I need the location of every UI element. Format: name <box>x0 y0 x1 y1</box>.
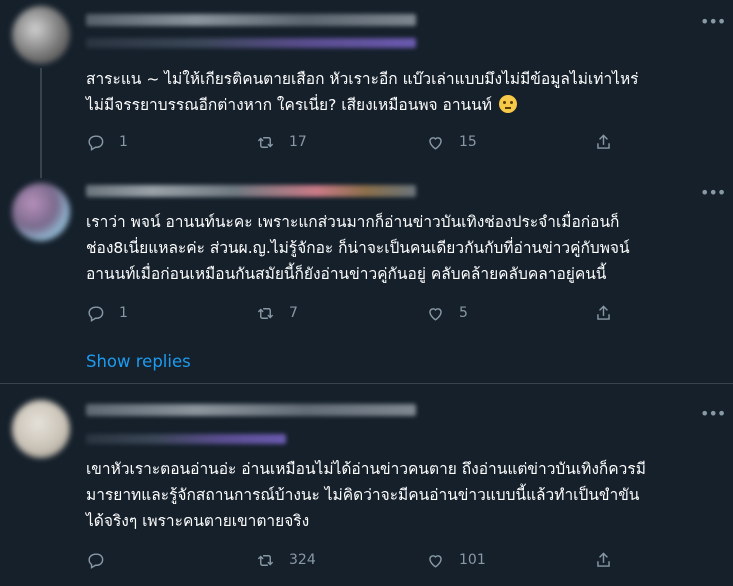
share-button[interactable] <box>594 130 627 154</box>
tweet-text-line: อานนท์เมื่อก่อนเหมือนกันสมัยนี้ก็ยังอ่าน… <box>86 265 607 283</box>
more-options-icon[interactable]: ••• <box>700 12 726 32</box>
tweet-text-line: เขาหัวเราะตอนอ่านอ่ะ อ่านเหมือนไม่ได้อ่า… <box>86 460 646 478</box>
avatar[interactable] <box>12 6 70 64</box>
action-bar: 324 101 <box>86 548 626 572</box>
reply-count: 1 <box>119 134 128 150</box>
author-name-blurred <box>86 14 416 26</box>
retweet-count: 7 <box>289 305 298 321</box>
reply-button[interactable] <box>86 548 119 572</box>
share-icon <box>597 133 610 149</box>
like-count: 5 <box>459 305 468 321</box>
more-options-icon[interactable]: ••• <box>700 404 726 424</box>
tweet-text-line: ได้จริงๆ เพราะคนตายเขาตายจริง <box>86 512 310 530</box>
reply-count: 1 <box>119 305 128 321</box>
author-name-blurred <box>86 404 416 416</box>
author-handle-blurred <box>86 434 286 444</box>
action-bar: 1 7 5 <box>86 301 626 325</box>
retweet-button[interactable]: 324 <box>256 548 316 572</box>
retweet-button[interactable]: 17 <box>256 130 307 154</box>
tweet-1[interactable]: ••• สาระแน ~ ไม่ให้เกียรติคนตายเสือก หัว… <box>0 0 733 178</box>
tweet-3[interactable]: ••• เขาหัวเราะตอนอ่านอ่ะ อ่านเหมือนไม่ได… <box>0 384 733 586</box>
reply-icon <box>88 305 104 322</box>
tweet-text: เขาหัวเราะตอนอ่านอ่ะ อ่านเหมือนไม่ได้อ่า… <box>86 456 706 534</box>
tweet-2[interactable]: ••• เราว่า พจน์ อานนท์นะคะ เพราะแกส่วนมา… <box>0 175 733 380</box>
heart-icon <box>429 554 442 568</box>
like-count: 101 <box>459 552 486 568</box>
tweet-text-line: ไม่มีจรรยาบรรณอีกต่างหาก ใครเนี่ย? เสียง… <box>86 96 492 114</box>
reply-button[interactable]: 1 <box>86 301 128 325</box>
tweet-text: เราว่า พจน์ อานนท์นะคะ เพราะแกส่วนมากก็อ… <box>86 209 706 287</box>
like-count: 15 <box>459 134 477 150</box>
avatar[interactable] <box>12 183 70 241</box>
tweet-text-line: ช่อง8เนี่ยแหละค่ะ ส่วนผ.ญ.ไม่รู้จักอะ ก็… <box>86 239 630 257</box>
like-button[interactable]: 5 <box>426 301 468 325</box>
retweet-count: 17 <box>289 134 307 150</box>
retweet-button[interactable]: 7 <box>256 301 298 325</box>
reply-icon <box>88 134 104 151</box>
author-name-blurred <box>86 185 416 197</box>
share-icon <box>597 551 610 567</box>
tweet-text-line: สาระแน ~ ไม่ให้เกียรติคนตายเสือก หัวเราะ… <box>86 70 639 88</box>
retweet-icon <box>257 136 274 148</box>
reply-icon <box>88 552 104 569</box>
like-button[interactable]: 15 <box>426 130 477 154</box>
heart-icon <box>429 307 442 321</box>
share-button[interactable] <box>594 548 627 572</box>
author-handle-blurred <box>86 38 416 48</box>
retweet-icon <box>257 307 274 319</box>
tweet-text-line: เราว่า พจน์ อานนท์นะคะ เพราะแกส่วนมากก็อ… <box>86 213 620 231</box>
heart-icon <box>429 136 442 150</box>
retweet-icon <box>257 554 274 566</box>
share-button[interactable] <box>594 301 627 325</box>
action-bar: 1 17 15 <box>86 130 626 154</box>
face-with-rolling-eyes-icon <box>498 95 517 113</box>
tweet-text: สาระแน ~ ไม่ให้เกียรติคนตายเสือก หัวเราะ… <box>86 66 706 118</box>
more-options-icon[interactable]: ••• <box>700 183 726 203</box>
tweet-text-line: มารยาทและรู้จักสถานการณ์บ้างนะ ไม่คิดว่า… <box>86 486 640 504</box>
share-icon <box>597 304 610 320</box>
reply-button[interactable]: 1 <box>86 130 128 154</box>
thread-line <box>40 68 42 178</box>
show-replies-link[interactable]: Show replies <box>86 352 191 371</box>
like-button[interactable]: 101 <box>426 548 486 572</box>
avatar[interactable] <box>12 400 70 458</box>
retweet-count: 324 <box>289 552 316 568</box>
